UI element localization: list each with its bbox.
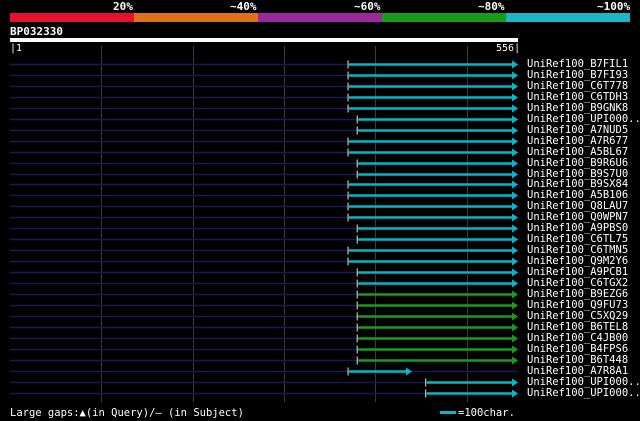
scale-bar-sample xyxy=(440,411,456,414)
hit-arrow-icon xyxy=(512,224,518,233)
hit-row xyxy=(10,60,518,69)
hit-row xyxy=(10,312,518,321)
hit-arrow-icon xyxy=(512,312,518,321)
hit-row xyxy=(10,126,518,135)
hit-arrow-icon xyxy=(512,170,518,179)
hit-row xyxy=(10,82,518,91)
hit-arrow-icon xyxy=(512,323,518,332)
hit-row xyxy=(10,115,518,124)
hit-arrow-icon xyxy=(512,126,518,135)
hit-arrow-icon xyxy=(512,104,518,113)
hit-arrow-icon xyxy=(512,213,518,222)
hit-row xyxy=(10,367,518,376)
hit-row xyxy=(10,334,518,343)
hit-row xyxy=(10,279,518,288)
hit-label[interactable]: UniRef100_Q9M2Y6 xyxy=(527,255,628,267)
large-gaps-legend: Large gaps:▲(in Query)/— (in Subject) xyxy=(10,407,244,419)
hit-label[interactable]: UniRef100_B9GNK8 xyxy=(527,102,628,114)
hit-arrow-icon xyxy=(512,290,518,299)
hit-row xyxy=(10,202,518,211)
hit-label[interactable]: UniRef100_C6TMN5 xyxy=(527,244,628,256)
hit-arrow-icon xyxy=(512,378,518,387)
hit-label[interactable]: UniRef100_A9PBS0 xyxy=(527,222,628,234)
hit-arrow-icon xyxy=(512,356,518,365)
hit-row xyxy=(10,180,518,189)
hit-arrow-icon xyxy=(512,257,518,266)
hit-arrow-icon xyxy=(512,71,518,80)
hit-arrow-icon xyxy=(406,367,413,376)
hit-row xyxy=(10,170,518,179)
hit-label[interactable]: UniRef100_Q0WPN7 xyxy=(527,211,628,223)
hit-arrow-icon xyxy=(512,148,518,157)
hit-label[interactable]: UniRef100_A7R677 xyxy=(527,135,628,147)
hit-label[interactable]: UniRef100_C6TDH3 xyxy=(527,91,628,103)
hit-label[interactable]: UniRef100_A5B106 xyxy=(527,189,628,201)
hit-label[interactable]: UniRef100_A5BL67 xyxy=(527,146,628,158)
hit-row xyxy=(10,148,518,157)
hit-arrow-icon xyxy=(512,60,518,69)
hit-arrow-icon xyxy=(512,235,518,244)
hit-row xyxy=(10,378,518,387)
hit-row xyxy=(10,159,518,168)
hit-row xyxy=(10,246,518,255)
hit-arrow-icon xyxy=(512,115,518,124)
hit-label[interactable]: UniRef100_C6TL75 xyxy=(527,233,628,245)
hit-row xyxy=(10,137,518,146)
hit-row xyxy=(10,257,518,266)
hit-arrow-icon xyxy=(512,202,518,211)
hit-label[interactable]: UniRef100_UPI000.. xyxy=(527,113,640,125)
hit-arrow-icon xyxy=(512,279,518,288)
hit-label[interactable]: UniRef100_C4JB00 xyxy=(527,332,628,344)
hit-arrow-icon xyxy=(512,93,518,102)
hit-arrow-icon xyxy=(512,334,518,343)
hit-label[interactable]: UniRef100_A7NUD5 xyxy=(527,124,628,136)
hit-row xyxy=(10,345,518,354)
hit-arrow-icon xyxy=(512,268,518,277)
hit-row xyxy=(10,323,518,332)
hit-label[interactable]: UniRef100_UPI000.. xyxy=(527,376,640,388)
hit-label[interactable]: UniRef100_C6T778 xyxy=(527,80,628,92)
hit-arrow-icon xyxy=(512,345,518,354)
hit-label[interactable]: UniRef100_C5XQ29 xyxy=(527,310,628,322)
hit-label[interactable]: UniRef100_B6TEL8 xyxy=(527,321,628,333)
scale-bar-label: =100char. xyxy=(458,407,515,419)
hit-row xyxy=(10,93,518,102)
hit-arrow-icon xyxy=(512,82,518,91)
hit-row xyxy=(10,224,518,233)
hit-label[interactable]: UniRef100_B4FPS6 xyxy=(527,343,628,355)
hit-row xyxy=(10,389,518,398)
hit-row xyxy=(10,290,518,299)
hit-arrow-icon xyxy=(512,389,518,398)
hit-row xyxy=(10,213,518,222)
hit-label[interactable]: UniRef100_C6TGX2 xyxy=(527,277,628,289)
hit-row xyxy=(10,356,518,365)
hit-label[interactable]: UniRef100_A7R8A1 xyxy=(527,365,628,377)
hit-arrow-icon xyxy=(512,191,518,200)
hit-row xyxy=(10,71,518,80)
hit-label[interactable]: UniRef100_B9EZG6 xyxy=(527,288,628,300)
hit-label[interactable]: UniRef100_B9SX84 xyxy=(527,178,628,190)
hit-row xyxy=(10,268,518,277)
hit-row xyxy=(10,104,518,113)
hit-label[interactable]: UniRef100_B7FIL1 xyxy=(527,58,628,70)
hit-row xyxy=(10,191,518,200)
hit-arrow-icon xyxy=(512,180,518,189)
hit-label[interactable]: UniRef100_A9PCB1 xyxy=(527,266,628,278)
hit-label[interactable]: UniRef100_Q9FU73 xyxy=(527,299,628,311)
hit-label[interactable]: UniRef100_B6T448 xyxy=(527,354,628,366)
hit-arrow-icon xyxy=(512,159,518,168)
hit-label[interactable]: UniRef100_Q8LAU7 xyxy=(527,200,628,212)
hit-label[interactable]: UniRef100_UPI000.. xyxy=(527,387,640,399)
hit-label[interactable]: UniRef100_B7FI93 xyxy=(527,69,628,81)
hit-row xyxy=(10,301,518,310)
hit-arrow-icon xyxy=(512,301,518,310)
hit-arrow-icon xyxy=(512,137,518,146)
hit-arrow-icon xyxy=(512,246,518,255)
hit-label[interactable]: UniRef100_B9R6U6 xyxy=(527,157,628,169)
hit-row xyxy=(10,235,518,244)
